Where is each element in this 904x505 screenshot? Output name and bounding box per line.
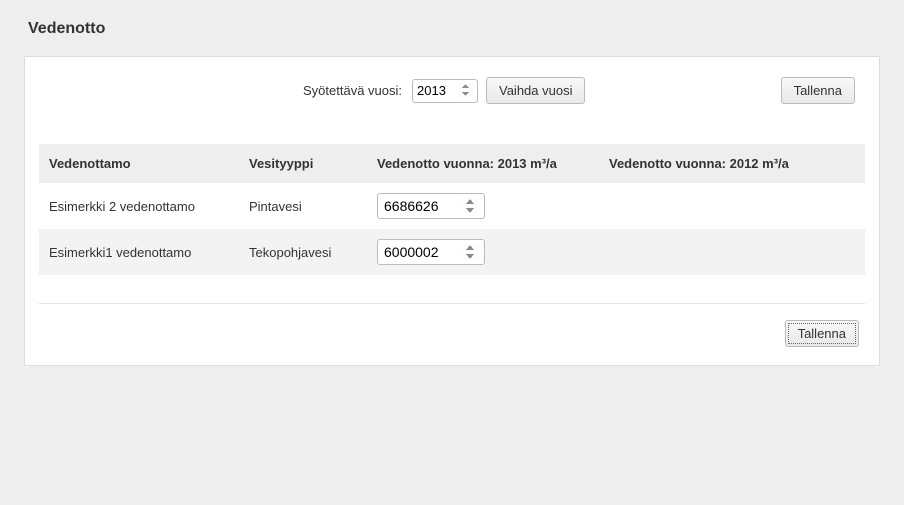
- header-previous: Vedenotto vuonna: 2012 m³/a: [599, 144, 865, 183]
- bottom-row: Tallenna: [39, 303, 865, 347]
- cell-water-type: Pintavesi: [239, 183, 367, 229]
- change-year-button[interactable]: Vaihda vuosi: [486, 77, 585, 104]
- cell-previous: [599, 183, 865, 229]
- table-row: Esimerkki 2 vedenottamo Pintavesi: [39, 183, 865, 229]
- save-button-top[interactable]: Tallenna: [781, 77, 855, 104]
- intake-table: Vedenottamo Vesityyppi Vedenotto vuonna:…: [39, 144, 865, 275]
- year-input[interactable]: [412, 79, 478, 103]
- cell-station: Esimerkki 2 vedenottamo: [39, 183, 239, 229]
- cell-previous: [599, 229, 865, 275]
- current-value-input[interactable]: [377, 239, 485, 265]
- table-row: Esimerkki1 vedenottamo Tekopohjavesi: [39, 229, 865, 275]
- header-current: Vedenotto vuonna: 2013 m³/a: [367, 144, 599, 183]
- page-title: Vedenotto: [28, 20, 880, 38]
- cell-current: [367, 229, 599, 275]
- current-value-input[interactable]: [377, 193, 485, 219]
- page-root: Vedenotto Syötettävä vuosi: Vaihda vuosi…: [0, 0, 904, 386]
- cell-station: Esimerkki1 vedenottamo: [39, 229, 239, 275]
- header-station: Vedenottamo: [39, 144, 239, 183]
- cell-water-type: Tekopohjavesi: [239, 229, 367, 275]
- save-button-bottom[interactable]: Tallenna: [785, 320, 859, 347]
- table-header-row: Vedenottamo Vesityyppi Vedenotto vuonna:…: [39, 144, 865, 183]
- main-panel: Syötettävä vuosi: Vaihda vuosi Tallenna …: [24, 56, 880, 366]
- cell-current: [367, 183, 599, 229]
- header-water-type: Vesityyppi: [239, 144, 367, 183]
- year-label: Syötettävä vuosi:: [303, 83, 402, 98]
- top-controls: Syötettävä vuosi: Vaihda vuosi Tallenna: [39, 77, 865, 104]
